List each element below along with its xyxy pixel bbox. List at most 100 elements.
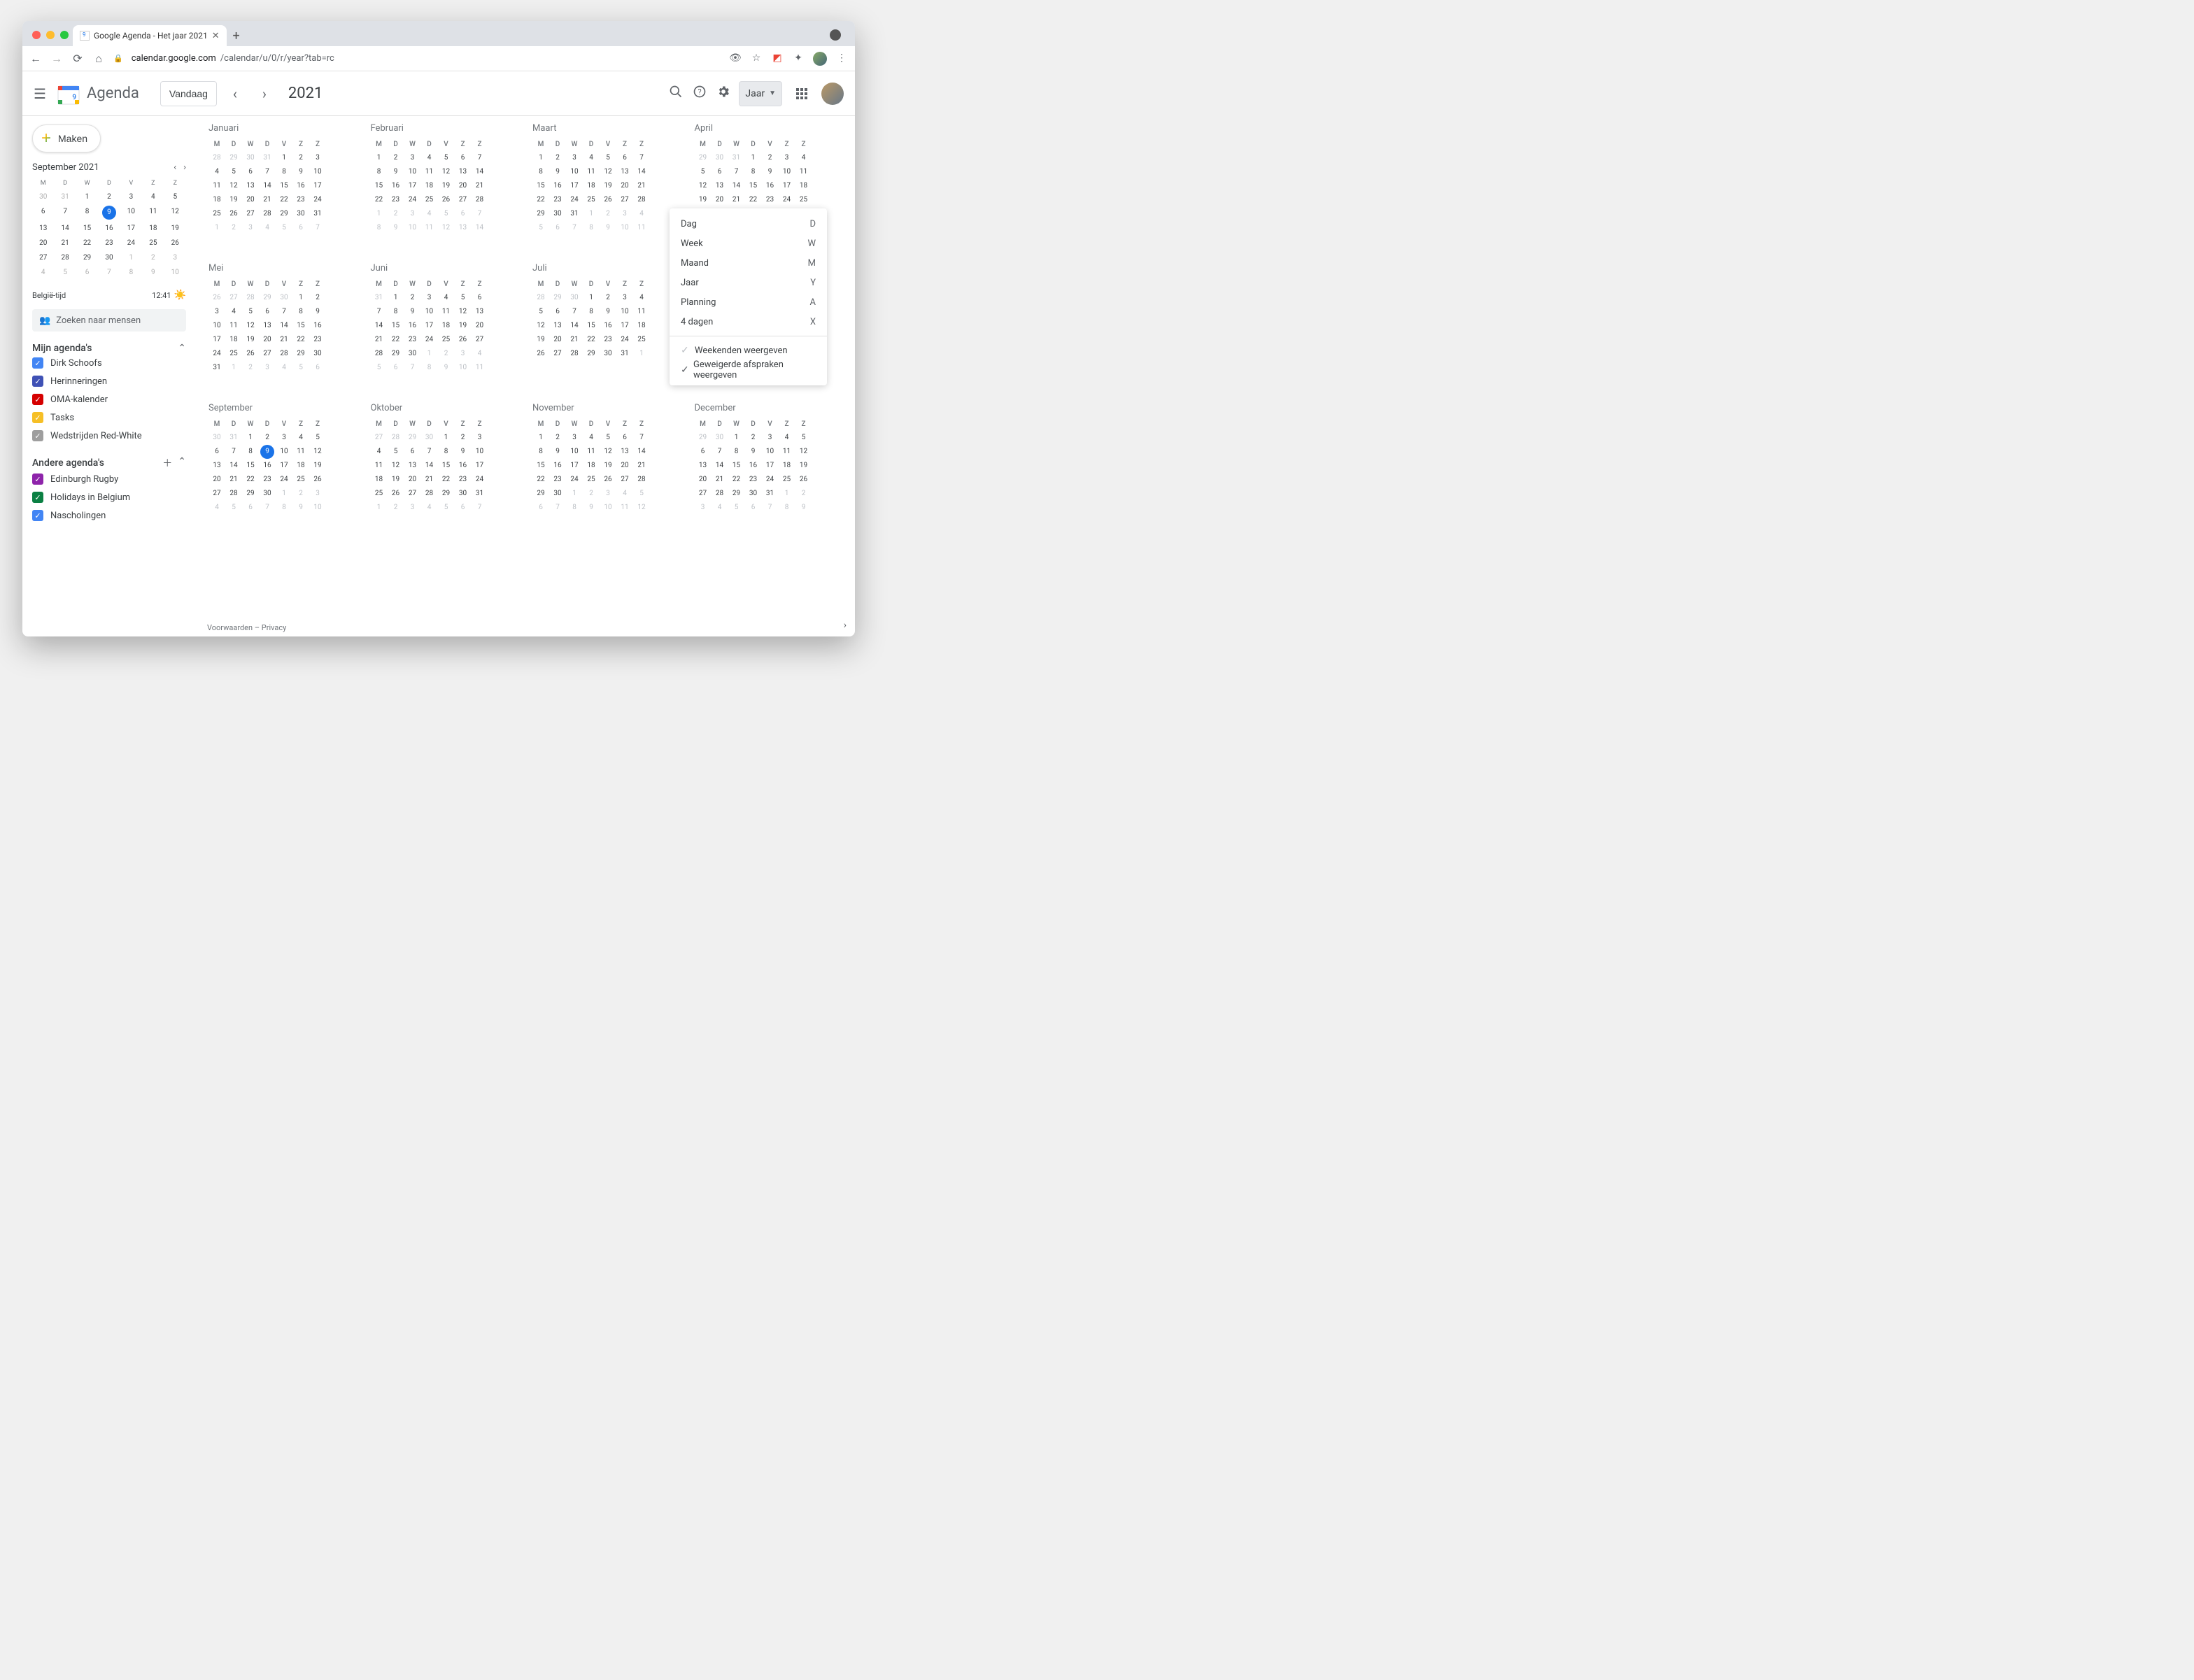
mini-day[interactable]: 14 — [54, 221, 76, 236]
mini-day[interactable]: 6 — [76, 265, 98, 280]
mini-day[interactable]: 6 — [32, 204, 54, 221]
day-cell[interactable]: 2 — [455, 431, 472, 445]
day-cell[interactable]: 28 — [532, 291, 549, 305]
other-calendars-header[interactable]: Andere agenda's ＋ ⌃ — [32, 456, 186, 470]
day-cell[interactable]: 3 — [421, 291, 438, 305]
day-cell[interactable]: 7 — [472, 151, 488, 165]
day-cell[interactable]: 9 — [388, 165, 404, 179]
day-cell[interactable]: 26 — [455, 333, 472, 347]
day-cell[interactable]: 6 — [242, 165, 259, 179]
day-cell[interactable]: 27 — [616, 473, 633, 487]
day-cell[interactable]: 25 — [779, 473, 795, 487]
day-cell[interactable]: 2 — [549, 151, 566, 165]
day-cell[interactable]: 18 — [225, 333, 242, 347]
day-cell[interactable]: 14 — [633, 445, 650, 459]
calendar-item[interactable]: ✓Dirk Schoofs — [32, 354, 186, 372]
day-cell[interactable]: 14 — [566, 319, 583, 333]
day-cell[interactable]: 11 — [421, 221, 438, 235]
day-cell[interactable]: 14 — [225, 459, 242, 473]
day-cell[interactable]: 23 — [745, 473, 762, 487]
day-cell[interactable]: 12 — [532, 319, 549, 333]
day-cell[interactable]: 1 — [242, 431, 259, 445]
day-cell[interactable]: 9 — [292, 501, 309, 515]
day-cell[interactable]: 8 — [532, 445, 549, 459]
day-cell[interactable]: 12 — [309, 445, 326, 459]
day-cell[interactable]: 26 — [225, 207, 242, 221]
day-cell[interactable]: 6 — [455, 151, 472, 165]
day-cell[interactable]: 30 — [549, 207, 566, 221]
day-cell[interactable]: 13 — [242, 179, 259, 193]
day-cell[interactable]: 8 — [276, 501, 292, 515]
day-cell[interactable]: 5 — [309, 431, 326, 445]
puzzle-icon[interactable]: ✦ — [792, 52, 805, 65]
day-cell[interactable]: 4 — [276, 361, 292, 375]
day-cell[interactable]: 30 — [259, 487, 276, 501]
day-cell[interactable]: 28 — [712, 487, 728, 501]
terms-link[interactable]: Voorwaarden — [207, 623, 253, 632]
day-cell[interactable]: 11 — [583, 165, 600, 179]
mini-day[interactable]: 30 — [98, 250, 120, 265]
mini-day[interactable]: 27 — [32, 250, 54, 265]
day-cell[interactable]: 3 — [242, 221, 259, 235]
search-icon[interactable] — [667, 85, 684, 102]
day-cell[interactable]: 20 — [208, 473, 225, 487]
day-cell[interactable]: 19 — [438, 179, 455, 193]
day-cell[interactable]: 7 — [566, 305, 583, 319]
day-cell[interactable]: 27 — [472, 333, 488, 347]
day-cell[interactable]: 17 — [309, 179, 326, 193]
day-cell[interactable]: 2 — [292, 151, 309, 165]
day-cell[interactable]: 14 — [276, 319, 292, 333]
day-cell[interactable]: 5 — [225, 165, 242, 179]
day-cell[interactable]: 19 — [695, 193, 712, 207]
day-cell[interactable]: 21 — [276, 333, 292, 347]
day-cell[interactable]: 11 — [795, 165, 812, 179]
month-title[interactable]: Februari — [371, 123, 519, 134]
day-cell[interactable]: 16 — [292, 179, 309, 193]
day-cell[interactable]: 9 — [600, 305, 616, 319]
day-cell[interactable]: 11 — [292, 445, 309, 459]
day-cell[interactable]: 1 — [566, 487, 583, 501]
day-cell[interactable]: 25 — [583, 193, 600, 207]
day-cell[interactable]: 25 — [438, 333, 455, 347]
new-tab-button[interactable]: + — [227, 29, 246, 46]
day-cell[interactable]: 14 — [472, 221, 488, 235]
chevron-up-icon[interactable]: ⌃ — [178, 456, 186, 470]
day-cell[interactable]: 4 — [225, 305, 242, 319]
day-cell[interactable]: 5 — [455, 291, 472, 305]
day-cell[interactable]: 23 — [259, 473, 276, 487]
day-cell[interactable]: 17 — [404, 179, 421, 193]
day-cell[interactable]: 7 — [371, 305, 388, 319]
day-cell[interactable]: 5 — [695, 165, 712, 179]
mini-day[interactable]: 8 — [120, 265, 142, 280]
day-cell[interactable]: 1 — [532, 151, 549, 165]
day-cell[interactable]: 12 — [438, 165, 455, 179]
day-cell[interactable]: 13 — [549, 319, 566, 333]
day-cell[interactable]: 27 — [549, 347, 566, 361]
day-cell[interactable]: 14 — [259, 179, 276, 193]
mini-day[interactable]: 7 — [98, 265, 120, 280]
day-cell[interactable]: 30 — [712, 151, 728, 165]
day-cell[interactable]: 5 — [795, 431, 812, 445]
day-cell[interactable]: 8 — [583, 305, 600, 319]
day-cell[interactable]: 29 — [695, 431, 712, 445]
day-cell[interactable]: 19 — [242, 333, 259, 347]
day-cell[interactable]: 24 — [566, 473, 583, 487]
day-cell[interactable]: 16 — [404, 319, 421, 333]
day-cell[interactable]: 7 — [633, 151, 650, 165]
day-cell[interactable]: 29 — [728, 487, 745, 501]
day-cell[interactable]: 8 — [388, 305, 404, 319]
day-cell[interactable]: 2 — [549, 431, 566, 445]
day-cell[interactable]: 6 — [208, 445, 225, 459]
day-cell[interactable]: 18 — [583, 459, 600, 473]
mini-day[interactable]: 11 — [142, 204, 164, 221]
day-cell[interactable]: 6 — [388, 361, 404, 375]
day-cell[interactable]: 23 — [388, 193, 404, 207]
month-title[interactable]: Januari — [208, 123, 357, 134]
day-cell[interactable]: 4 — [633, 291, 650, 305]
day-cell[interactable]: 11 — [779, 445, 795, 459]
day-cell[interactable]: 6 — [242, 501, 259, 515]
day-cell[interactable]: 26 — [532, 347, 549, 361]
day-cell[interactable]: 17 — [762, 459, 779, 473]
side-panel-toggle-icon[interactable]: › — [844, 620, 847, 631]
day-cell[interactable]: 25 — [225, 347, 242, 361]
